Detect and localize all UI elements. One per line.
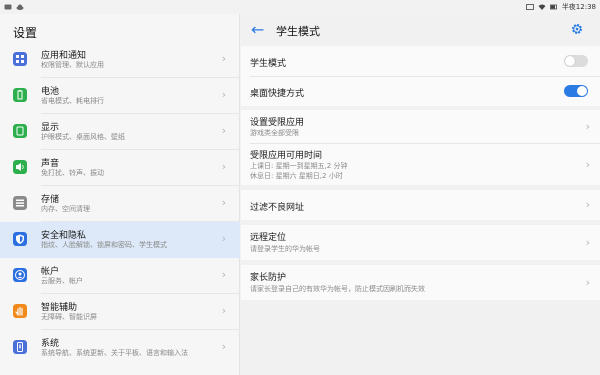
- url-filter-card: 过滤不良网址 ›: [241, 190, 600, 220]
- sidebar-item-apps[interactable]: 应用和通知 权限管理、默认应用 ›: [0, 42, 240, 78]
- apps-icon: [13, 52, 27, 66]
- wifi-icon: [538, 4, 546, 10]
- location-card: 远程定位 请登录学生的华为帐号 ›: [241, 225, 600, 260]
- chevron-right-icon: ›: [221, 52, 226, 65]
- sidebar-item-sub: 护眼模式、桌面风格、壁纸: [41, 133, 125, 141]
- chevron-right-icon: ›: [221, 340, 226, 353]
- system-icon: [13, 340, 27, 354]
- battery-icon: [13, 88, 27, 102]
- url-filter-row[interactable]: 过滤不良网址 ›: [241, 190, 600, 220]
- desktop-shortcut-label: 桌面快捷方式: [250, 89, 305, 99]
- sidebar-item-sub: 免打扰、铃声、振动: [41, 169, 104, 177]
- page-header: ← 学生模式: [241, 14, 600, 46]
- sidebar-item-sub: 云服务、帐户: [41, 277, 83, 285]
- storage-icon: [13, 196, 27, 210]
- chevron-right-icon: ›: [221, 232, 226, 245]
- sidebar-item-sound[interactable]: 声音 免打扰、铃声、振动 ›: [0, 150, 240, 186]
- gear-icon[interactable]: [570, 22, 584, 36]
- settings-sidebar: 设置 应用和通知 权限管理、默认应用 › 电池 省电模式、耗电排行 › 显示 护…: [0, 14, 240, 375]
- remote-location-label: 远程定位: [250, 233, 287, 243]
- restrictions-card: 设置受限应用 游戏类全部受限 › 受限应用可用时间 上课日: 星期一到星期五,2…: [241, 110, 600, 185]
- sidebar-item-label: 电池: [41, 87, 60, 97]
- sidebar-item-account[interactable]: 帐户 云服务、帐户 ›: [0, 258, 240, 294]
- url-filter-label: 过滤不良网址: [250, 203, 305, 213]
- chevron-right-icon: ›: [585, 276, 590, 289]
- sidebar-item-battery[interactable]: 电池 省电模式、耗电排行 ›: [0, 78, 240, 114]
- mail-icon: [525, 4, 534, 10]
- chevron-right-icon: ›: [221, 304, 226, 317]
- student-mode-label: 学生模式: [250, 59, 287, 69]
- student-mode-pane: ← 学生模式 学生模式 桌面快捷方式 设置受限应用 游戏类全部受限 › 受限应用…: [241, 14, 600, 375]
- parent-protection-row[interactable]: 家长防护 请家长登录自己的有效华为帐号，防止模式因刷机而失效 ›: [241, 265, 600, 300]
- parent-card: 家长防护 请家长登录自己的有效华为帐号，防止模式因刷机而失效 ›: [241, 265, 600, 300]
- sidebar-item-sub: 省电模式、耗电排行: [41, 97, 104, 105]
- sidebar-item-display[interactable]: 显示 护眼模式、桌面风格、壁纸 ›: [0, 114, 240, 150]
- sidebar-item-sub: 指纹、人脸解锁、锁屏和密码、学生模式: [41, 241, 167, 249]
- sidebar-item-label: 声音: [41, 159, 60, 169]
- sidebar-item-assist[interactable]: 智能辅助 无障碍、智能识屏 ›: [0, 294, 240, 330]
- chevron-right-icon: ›: [221, 124, 226, 137]
- chevron-right-icon: ›: [585, 158, 590, 171]
- restricted-apps-row[interactable]: 设置受限应用 游戏类全部受限 ›: [241, 110, 600, 143]
- student-mode-row[interactable]: 学生模式: [241, 46, 600, 76]
- sidebar-item-system[interactable]: 系统 系统导航、系统更新、关于平板、语言和输入法 ›: [0, 330, 240, 366]
- sound-icon: [13, 160, 27, 174]
- sidebar-item-label: 显示: [41, 123, 60, 133]
- account-icon: [13, 268, 27, 282]
- cloud-icon: [16, 4, 24, 10]
- chevron-right-icon: ›: [221, 88, 226, 101]
- chevron-right-icon: ›: [585, 236, 590, 249]
- page-title: 学生模式: [276, 25, 320, 38]
- status-bar: 半夜12:38: [0, 0, 600, 14]
- sidebar-item-label: 系统: [41, 339, 60, 349]
- restricted-apps-label: 设置受限应用: [250, 118, 305, 128]
- student-mode-toggle[interactable]: [564, 55, 588, 67]
- sidebar-item-sub: 权限管理、默认应用: [41, 61, 104, 69]
- school-day-time: 上课日: 星期一到星期五,2 分钟: [250, 162, 348, 170]
- restricted-apps-sub: 游戏类全部受限: [250, 129, 299, 137]
- hand-icon: [13, 304, 27, 318]
- display-icon: [13, 124, 27, 138]
- sidebar-item-security[interactable]: 安全和隐私 指纹、人脸解锁、锁屏和密码、学生模式 ›: [0, 222, 240, 258]
- shield-icon: [13, 232, 27, 246]
- settings-list: 应用和通知 权限管理、默认应用 › 电池 省电模式、耗电排行 › 显示 护眼模式…: [0, 42, 240, 366]
- notification-icon: [4, 4, 12, 10]
- toggles-card: 学生模式 桌面快捷方式: [241, 46, 600, 106]
- desktop-shortcut-toggle[interactable]: [564, 85, 588, 97]
- desktop-shortcut-row[interactable]: 桌面快捷方式: [241, 76, 600, 106]
- sidebar-item-sub: 内存、空间清理: [41, 205, 90, 213]
- parent-protection-label: 家长防护: [250, 273, 287, 283]
- chevron-right-icon: ›: [585, 120, 590, 133]
- available-time-row[interactable]: 受限应用可用时间 上课日: 星期一到星期五,2 分钟 休息日: 星期六 星期日,…: [241, 143, 600, 185]
- chevron-right-icon: ›: [221, 160, 226, 173]
- sidebar-item-storage[interactable]: 存储 内存、空间清理 ›: [0, 186, 240, 222]
- sidebar-item-label: 存储: [41, 195, 60, 205]
- sidebar-item-label: 智能辅助: [41, 303, 78, 313]
- chevron-right-icon: ›: [585, 198, 590, 211]
- sidebar-item-label: 安全和隐私: [41, 231, 87, 241]
- available-time-label: 受限应用可用时间: [250, 151, 323, 161]
- sidebar-item-sub: 无障碍、智能识屏: [41, 313, 97, 321]
- rest-day-time: 休息日: 星期六 星期日,2 小时: [250, 172, 343, 180]
- settings-title: 设置: [13, 26, 38, 40]
- sidebar-item-label: 应用和通知: [41, 51, 87, 61]
- remote-location-row[interactable]: 远程定位 请登录学生的华为帐号 ›: [241, 225, 600, 260]
- clock: 半夜12:38: [561, 3, 596, 11]
- parent-protection-sub: 请家长登录自己的有效华为帐号，防止模式因刷机而失效: [250, 285, 425, 293]
- sidebar-item-label: 帐户: [41, 267, 60, 277]
- back-arrow-icon[interactable]: ←: [251, 20, 264, 39]
- sidebar-item-sub: 系统导航、系统更新、关于平板、语言和输入法: [41, 349, 188, 357]
- chevron-right-icon: ›: [221, 196, 226, 209]
- battery-icon: [549, 4, 557, 10]
- remote-location-sub: 请登录学生的华为帐号: [250, 245, 320, 253]
- chevron-right-icon: ›: [221, 268, 226, 281]
